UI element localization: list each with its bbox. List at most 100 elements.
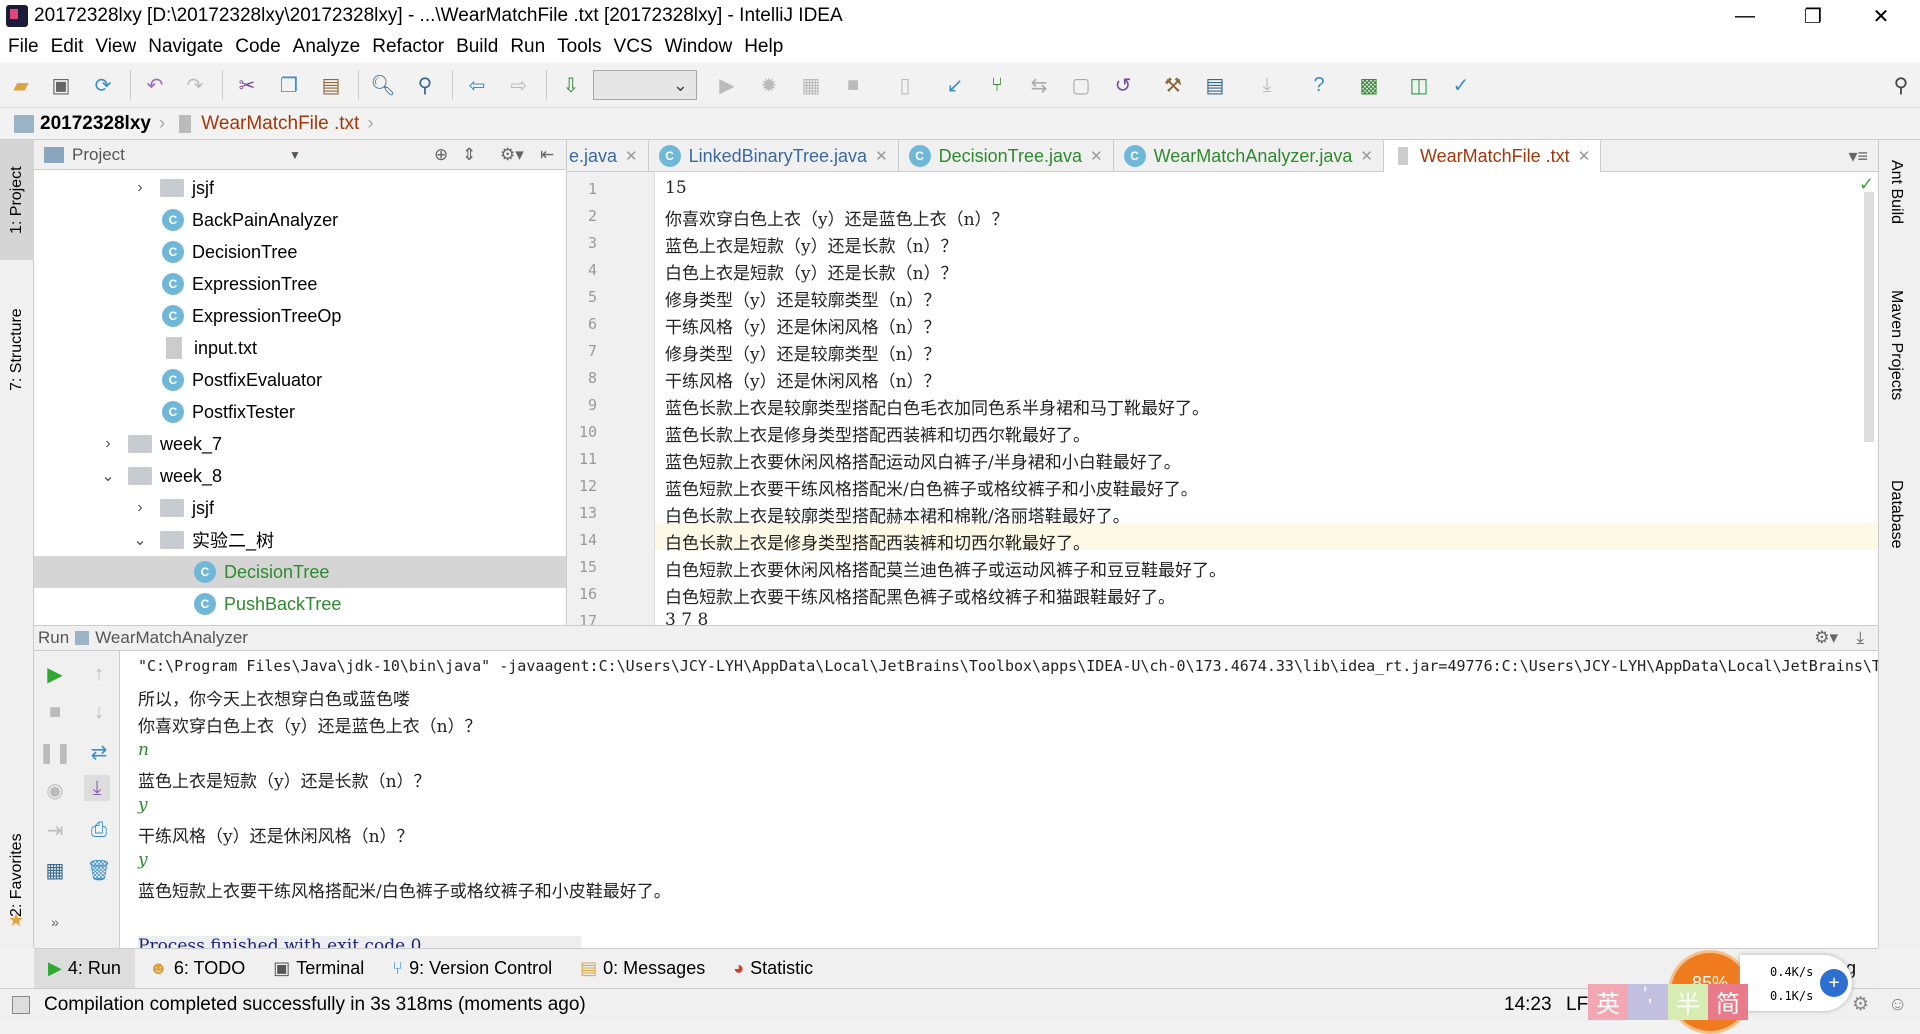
trash-icon[interactable]: 🗑︎ xyxy=(86,857,112,883)
menu-help[interactable]: Help xyxy=(744,36,783,58)
tool-tab-statistic[interactable]: ◕ Statistic xyxy=(719,949,827,989)
tool-tab-run[interactable]: ▶ 4: Run xyxy=(34,948,135,989)
tree-item-postfixevaluator[interactable]: C PostfixEvaluator xyxy=(34,364,566,396)
find-icon[interactable]: 🔍︎ xyxy=(370,72,396,98)
pause-icon[interactable]: ❚❚ xyxy=(38,739,72,765)
hide-panel-icon[interactable]: ⤓ xyxy=(1856,628,1864,648)
copy-icon[interactable]: ❐ xyxy=(276,72,302,98)
menu-view[interactable]: View xyxy=(95,36,136,58)
menu-navigate[interactable]: Navigate xyxy=(148,36,223,58)
tree-item-expressiontreeop[interactable]: C ExpressionTreeOp xyxy=(34,300,566,332)
soft-wrap-icon[interactable]: ⇄ xyxy=(86,739,112,765)
chevron-right-icon[interactable]: › xyxy=(98,435,118,453)
tool-tab-project[interactable]: 1: Project xyxy=(0,140,34,260)
ime-lang[interactable]: 英 xyxy=(1588,984,1628,1020)
tool-tab-terminal[interactable]: ▣ Terminal xyxy=(259,949,378,989)
inspector-icon[interactable]: ☺ xyxy=(1888,994,1907,1016)
collapse-all-icon[interactable]: ⇕ xyxy=(462,145,476,165)
tab-decisiontree[interactable]: C DecisionTree.java ✕ xyxy=(899,140,1114,172)
settings-icon[interactable]: ⚙ xyxy=(1852,993,1869,1016)
chevron-down-icon[interactable]: ▼ xyxy=(289,148,301,162)
ime-script[interactable]: 简 xyxy=(1708,984,1748,1020)
minimize-button[interactable]: — xyxy=(1716,0,1774,32)
chevron-right-icon[interactable]: › xyxy=(130,499,150,517)
close-button[interactable]: ✕ xyxy=(1852,0,1910,32)
tool-tab-ant-build[interactable]: Ant Build xyxy=(1887,160,1905,224)
replace-icon[interactable]: ⚲ xyxy=(412,72,438,98)
editor[interactable]: 1 2 3 4 5 6 7 8 9 10 11 12 13 14 15 16 17 15 你喜欢穿白色上衣（y）还… xyxy=(567,172,1878,625)
tree-item-input-txt[interactable]: input.txt xyxy=(34,332,566,364)
close-icon[interactable]: ✕ xyxy=(1578,147,1591,165)
tree-item-jsjf[interactable]: › jsjf xyxy=(34,172,566,204)
tool-tab-maven[interactable]: Maven Projects xyxy=(1887,290,1905,400)
sync-icon[interactable]: ⟳ xyxy=(90,72,116,98)
save-icon[interactable]: ▣ xyxy=(48,72,74,98)
ime-width[interactable]: 半 xyxy=(1668,984,1708,1020)
chevron-right-icon[interactable]: › xyxy=(130,179,150,197)
plus-icon[interactable]: + xyxy=(1820,969,1848,997)
debug-icon[interactable]: ✹ xyxy=(756,72,782,98)
menu-window[interactable]: Window xyxy=(665,36,733,58)
menu-file[interactable]: File xyxy=(8,36,39,58)
paste-icon[interactable]: ▤ xyxy=(318,72,344,98)
tab-list-icon[interactable]: ▾≡ xyxy=(1848,146,1868,167)
run-config-select[interactable]: ⌄ xyxy=(593,70,697,100)
vcs-update-icon[interactable]: ↙ xyxy=(942,72,968,98)
tab-wearmatchanalyzer[interactable]: C WearMatchAnalyzer.java ✕ xyxy=(1114,140,1384,172)
tool-tab-structure[interactable]: 7: Structure xyxy=(0,290,34,410)
gear-icon[interactable]: ⚙▾ xyxy=(500,145,524,165)
scroll-to-end-icon[interactable]: ⤓ xyxy=(84,775,110,801)
console-output[interactable]: "C:\Program Files\Java\jdk-10\bin\java" … xyxy=(120,651,1878,948)
back-icon[interactable]: ⇦ xyxy=(464,72,490,98)
download-icon[interactable]: ⤓ xyxy=(1254,72,1280,98)
hide-panel-icon[interactable]: ⇤ xyxy=(540,145,554,165)
tree-item-backpainanalyzer[interactable]: C BackPainAnalyzer xyxy=(34,204,566,236)
breadcrumb-project[interactable]: 20172328lxy › xyxy=(14,113,165,135)
tool-tab-todo[interactable]: ☻ 6: TODO xyxy=(135,949,259,989)
status-toggle-icon[interactable] xyxy=(12,995,30,1014)
chevron-down-icon[interactable]: ⌄ xyxy=(130,530,150,550)
redo-icon[interactable]: ↷ xyxy=(182,72,208,98)
open-folder-icon[interactable]: ▰ xyxy=(8,72,34,98)
exit-icon[interactable]: ⇥ xyxy=(42,817,68,843)
dump-threads-icon[interactable]: ◉ xyxy=(42,777,68,803)
stop-icon[interactable]: ■ xyxy=(840,72,866,98)
stop-icon[interactable]: ■ xyxy=(42,699,68,725)
tree-item-jsjf[interactable]: › jsjf xyxy=(34,492,566,524)
more-icon[interactable]: » xyxy=(42,909,68,935)
ime-punct[interactable]: ', xyxy=(1628,984,1668,1020)
close-icon[interactable]: ✕ xyxy=(1090,147,1103,165)
run-config-tab[interactable]: WearMatchAnalyzer xyxy=(95,628,248,648)
up-arrow-icon[interactable]: ↑ xyxy=(86,661,112,687)
restore-button[interactable]: ❐ xyxy=(1784,0,1842,32)
rerun-icon[interactable]: ▶ xyxy=(42,661,68,687)
tab-linkedbinarytree[interactable]: C LinkedBinaryTree.java ✕ xyxy=(649,140,899,172)
menu-refactor[interactable]: Refactor xyxy=(372,36,444,58)
locate-icon[interactable]: ⊕ xyxy=(434,145,448,165)
menu-build[interactable]: Build xyxy=(456,36,498,58)
coverage-icon[interactable]: ▦ xyxy=(798,72,824,98)
forward-icon[interactable]: ⇨ xyxy=(506,72,532,98)
tree-item-experiment-tree[interactable]: ⌄ 实验二_树 xyxy=(34,524,566,556)
caret-position[interactable]: 14:23 xyxy=(1504,994,1552,1016)
line-separator[interactable]: LF xyxy=(1566,994,1588,1016)
compare-icon[interactable]: ⇆ xyxy=(1026,72,1052,98)
down-arrow-icon[interactable]: ↓ xyxy=(86,699,112,725)
revert-icon[interactable]: ↺ xyxy=(1110,72,1136,98)
project-structure-icon[interactable]: ▤ xyxy=(1202,72,1228,98)
help-icon[interactable]: ? xyxy=(1306,72,1332,98)
history-icon[interactable]: ▢ xyxy=(1068,72,1094,98)
breadcrumb-file[interactable]: WearMatchFile .txt › xyxy=(179,113,374,135)
tree-item-decisiontree[interactable]: C DecisionTree xyxy=(34,236,566,268)
undo-icon[interactable]: ↶ xyxy=(142,72,168,98)
tree-item-pushbacktree[interactable]: C PushBackTree xyxy=(34,588,566,620)
menu-edit[interactable]: Edit xyxy=(51,36,84,58)
search-everywhere-icon[interactable]: ⚲ xyxy=(1888,72,1914,98)
tool-tab-messages[interactable]: ▤ 0: Messages xyxy=(566,949,719,989)
menu-tools[interactable]: Tools xyxy=(557,36,601,58)
menu-code[interactable]: Code xyxy=(235,36,280,58)
chevron-down-icon[interactable]: ⌄ xyxy=(98,466,118,486)
gear-icon[interactable]: ⚙▾ xyxy=(1814,628,1838,648)
menu-run[interactable]: Run xyxy=(510,36,545,58)
cut-icon[interactable]: ✂ xyxy=(234,72,260,98)
